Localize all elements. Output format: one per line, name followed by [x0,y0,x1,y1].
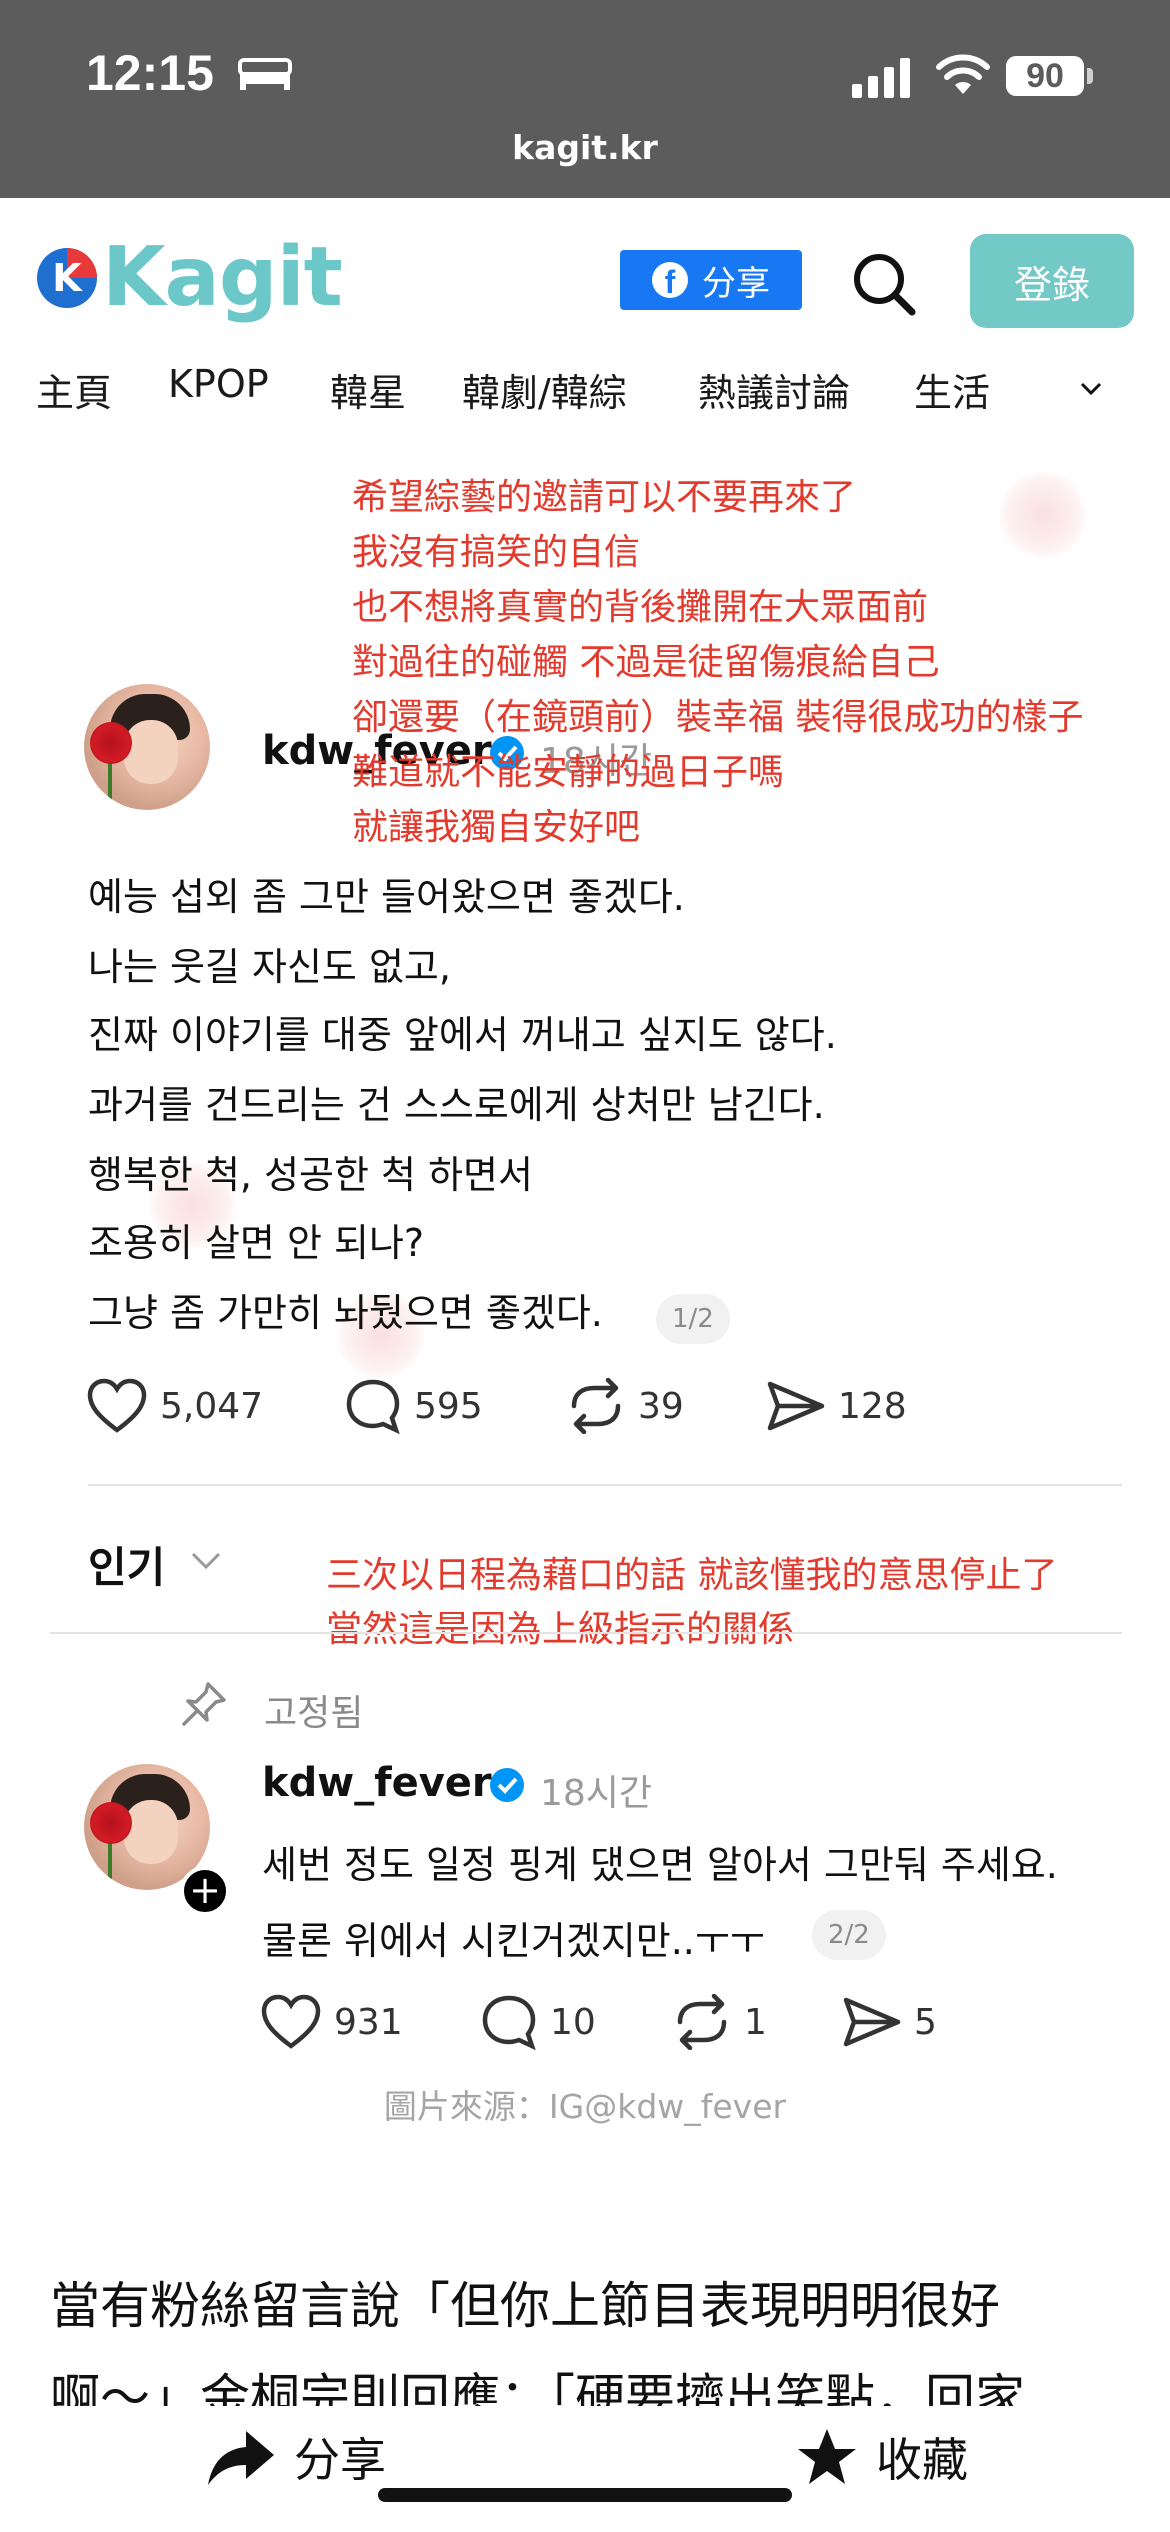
post-text-line: 물론 위에서 시킨거겠지만..ㅜㅜ [262,1919,765,1963]
heart-icon [87,1378,147,1433]
repost-action[interactable]: 1 [672,1994,767,2050]
divider [88,1484,1122,1486]
comment-action[interactable]: 10 [480,1994,596,2050]
heart-icon [261,1994,321,2049]
star-icon [798,2429,856,2484]
battery-icon: 90 [1006,56,1084,96]
send-action[interactable]: 128 [766,1378,907,1434]
bottom-action-bar: 分享 收藏 [0,2406,1170,2532]
send-action[interactable]: 5 [842,1994,937,2050]
post-text-line: 세번 정도 일정 핑계 댔으면 알아서 그만둬 주세요. [262,1843,1058,1887]
comment-icon [482,1995,536,2050]
bed-icon [238,58,292,90]
share-button[interactable]: 分享 [206,2424,386,2490]
verified-icon [490,1768,524,1802]
translation-line: 難道就不能安靜的過日子嗎 [352,752,785,793]
login-button[interactable]: 登錄 [970,234,1134,328]
share-count: 128 [838,1385,907,1427]
avatar[interactable] [84,684,210,810]
article-paragraph: 啊～」金桐完則回應：「硬要擠出笑點，回家 [50,2369,1025,2406]
post-text-line: 예능 섭외 좀 그만 들어왔으면 좋겠다. [88,875,685,919]
article-paragraph-clip: 啊～」金桐完則回應：「硬要擠出笑點，回家 [0,2368,1170,2406]
repost-icon [677,1994,727,2050]
divider [50,1632,1122,1634]
translation-line: 三次以日程為藉口的話 就該懂我的意思停止了 [326,1555,1058,1596]
post-text-line: 과거를 건드리는 건 스스로에게 상처만 남긴다. [88,1083,825,1127]
like-action[interactable]: 5,047 [86,1378,263,1434]
status-bar: 12:15 90 kagit.kr [0,0,1170,198]
post-text-line: 진짜 이야기를 대중 앞에서 꺼내고 싶지도 않다. [88,1013,837,1057]
status-time: 12:15 [86,45,214,101]
home-indicator[interactable] [378,2488,792,2502]
translation-line: 對過往的碰觸 不過是徒留傷痕給自己 [352,642,940,683]
comment-action[interactable]: 595 [344,1378,483,1434]
popular-label[interactable]: 인기 [88,1534,165,1595]
post-username[interactable]: kdw_fever [262,1760,492,1806]
post-text-line: 나는 웃길 자신도 없고, [88,945,451,989]
chevron-down-icon[interactable] [190,1550,222,1572]
facebook-share-button[interactable]: f 分享 [620,250,802,310]
page-indicator: 2/2 [812,1910,886,1960]
post-text-line: 조용히 살면 안 되나? [88,1221,425,1265]
like-action[interactable]: 931 [260,1994,403,2050]
pin-icon [182,1682,226,1726]
repost-count: 1 [744,2001,767,2043]
chevron-down-icon[interactable] [1078,376,1104,402]
site-header: K Kagit f 分享 登錄 [0,198,1170,378]
favorite-button[interactable]: 收藏 [796,2424,968,2490]
image-caption: 圖片來源：IG@kdw_fever [383,2087,787,2126]
favorite-label: 收藏 [876,2433,968,2487]
follow-plus-icon[interactable]: + [180,1866,230,1916]
nav-item-home[interactable]: 主頁 [36,362,112,417]
logo-text: Kagit [102,230,343,325]
send-icon [843,1997,901,2047]
repost-action[interactable]: 39 [566,1378,684,1434]
nav-item-dramas[interactable]: 韓劇/韓綜 [462,362,627,417]
repost-icon [571,1378,621,1434]
facebook-icon: f [652,262,688,298]
repost-count: 39 [638,1385,684,1427]
share-label: 分享 [294,2433,386,2487]
nav-item-stars[interactable]: 韓星 [330,362,406,417]
translation-line: 就讓我獨自安好吧 [352,807,641,848]
send-icon [767,1381,825,1431]
signal-icon [852,58,910,98]
translation-line: 當然這是因為上級指示的關係 [326,1609,795,1650]
watermark-stamp [998,470,1088,560]
logo-mark-icon: K [37,248,97,308]
like-count: 5,047 [160,1385,264,1427]
nav-item-kpop[interactable]: KPOP [168,362,269,406]
battery-tip [1087,68,1093,84]
post-timestamp: 18시간 [540,1773,653,1814]
comment-icon [346,1379,400,1434]
post-text-line: 행복한 척, 성공한 척 하면서 [88,1153,533,1197]
translation-line: 也不想將真實的背後攤開在大眾面前 [352,587,929,628]
post-text-line: 그냥 좀 가만히 놔뒀으면 좋겠다. [88,1291,603,1335]
nav-item-life[interactable]: 生活 [914,362,990,417]
site-logo[interactable]: K Kagit [36,228,343,328]
wifi-icon [936,54,990,94]
comment-count: 10 [550,2001,596,2043]
svg-text:K: K [52,256,83,300]
article-paragraph: 當有粉絲留言說「但你上節目表現明明很好 [50,2277,1000,2335]
share-arrow-icon [208,2431,274,2485]
url-bar[interactable]: kagit.kr [0,128,1170,167]
main-nav: 主頁 KPOP 韓星 韓劇/韓綜 熱議討論 生活 [0,362,1170,418]
pinned-label: 고정됨 [264,1693,364,1734]
page-indicator: 1/2 [656,1294,730,1344]
facebook-share-label: 分享 [702,263,770,304]
translation-line: 希望綜藝的邀請可以不要再來了 [352,477,857,518]
nav-item-discussion[interactable]: 熱議討論 [698,362,850,417]
search-icon[interactable] [850,250,918,318]
comment-count: 595 [414,1385,483,1427]
translation-line: 我沒有搞笑的自信 [352,532,641,573]
like-count: 931 [334,2001,403,2043]
share-count: 5 [914,2001,937,2043]
